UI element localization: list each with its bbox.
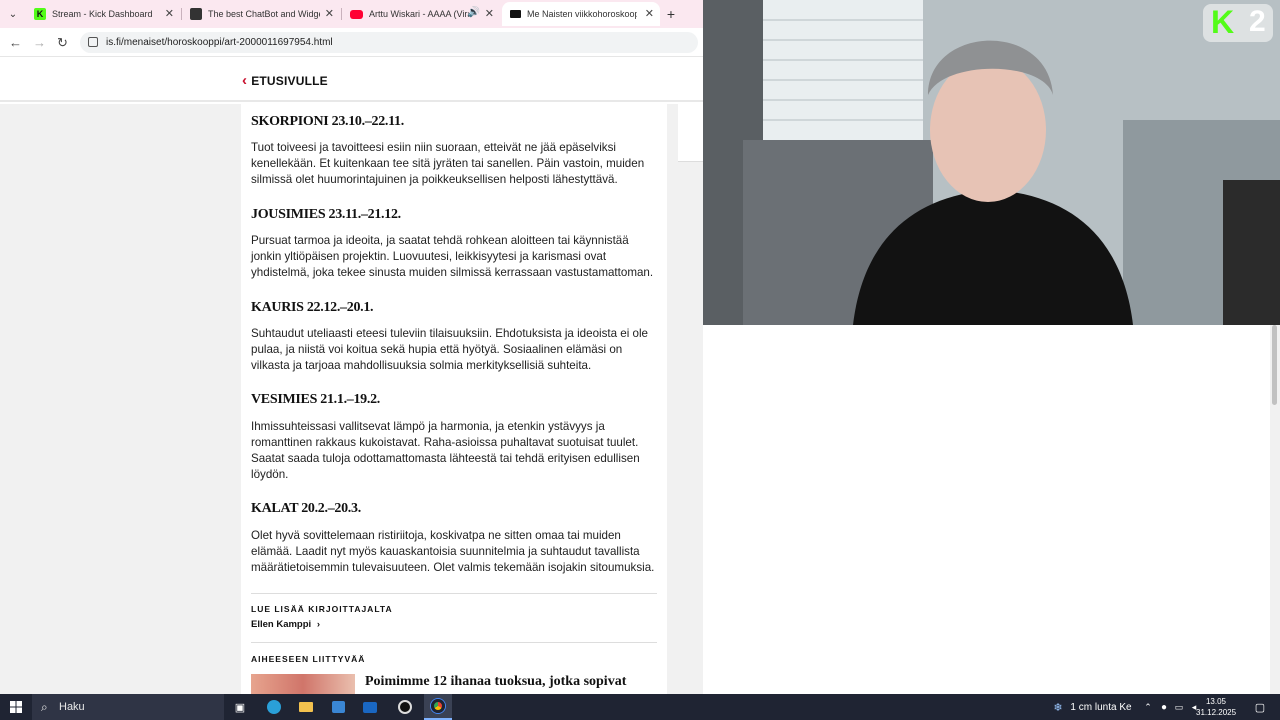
weather-snow-icon: ❄ <box>1053 701 1063 714</box>
mail-icon[interactable] <box>358 694 382 720</box>
read-more-heading: LUE LISÄÄ KIRJOITTAJALTA <box>251 604 393 614</box>
plus-icon: + <box>666 6 676 22</box>
kick-logo-icon: K <box>1211 4 1235 40</box>
notification-icon[interactable]: ▢ <box>1248 694 1272 720</box>
sign-text: Suhtaudut uteliaasti eteesi tuleviin til… <box>251 327 649 372</box>
divider <box>251 642 657 643</box>
windows-start-icon[interactable] <box>0 694 32 720</box>
close-icon[interactable]: ✕ <box>645 7 654 20</box>
shelf <box>1223 180 1280 325</box>
sign-text: Tuot toiveesi ja tavoitteesi esiin niin … <box>251 141 645 186</box>
chevron-right-icon: › <box>316 619 320 630</box>
chevron-down-icon: ⌄ <box>8 8 18 20</box>
tab-separator <box>181 8 182 20</box>
file-explorer-icon[interactable] <box>294 694 318 720</box>
kick-icon: K <box>34 8 46 20</box>
tab-title: Arttu Wiskari - AAAA (Viral <box>369 9 469 19</box>
edge-icon[interactable] <box>262 694 286 720</box>
close-icon[interactable]: ✕ <box>485 7 494 20</box>
tab-me-naisten-horoskooppi[interactable]: Me Naisten viikkohoroskoopp ✕ <box>502 2 660 26</box>
url-field[interactable]: is.fi/menaiset/horoskooppi/art-200001169… <box>80 32 698 53</box>
forward-arrow-icon[interactable]: → <box>33 35 46 50</box>
taskbar-clock[interactable]: 13.05 31.12.2025 <box>1196 696 1236 718</box>
window-blinds <box>763 0 923 150</box>
chevron-up-icon[interactable]: ⌃ <box>1142 694 1154 720</box>
back-to-front-page-link[interactable]: ‹ ETUSIVULLE <box>242 72 328 89</box>
article-body: SKORPIONI 23.10.–22.11. Tuot toiveesi ja… <box>241 104 667 694</box>
sign-heading: JOUSIMIES 23.11.–21.12. <box>251 207 401 222</box>
taskbar-search[interactable]: ⌕ Haku <box>32 694 224 720</box>
windows-logo-icon <box>10 701 22 713</box>
clock-date: 31.12.2025 <box>1196 708 1237 717</box>
related-article-image[interactable] <box>251 674 355 694</box>
sign-text: Ihmissuhteissasi vallitsevat lämpö ja ha… <box>251 420 640 481</box>
sign-text: Olet hyvä sovittelemaan ristiriitoja, ko… <box>251 529 655 574</box>
empty-browser-area <box>703 325 1270 694</box>
url-text: is.fi/menaiset/horoskooppi/art-200001169… <box>106 37 333 48</box>
tab-title: The best ChatBot and Widgets <box>208 9 320 19</box>
scrollbar[interactable] <box>1270 325 1280 694</box>
speaker-icon[interactable]: 🔊 <box>468 7 480 18</box>
chrome-icon[interactable] <box>424 694 452 720</box>
stream-overlay-number: 2 <box>1249 5 1266 38</box>
page-header: ‹ ETUSIVULLE <box>0 58 703 102</box>
address-bar-row: ← → ↻ is.fi/menaiset/horoskooppi/art-200… <box>0 28 703 57</box>
network-icon[interactable]: ▭ <box>1172 694 1186 720</box>
tab-chatbot-widgets[interactable]: The best ChatBot and Widgets ✕ <box>184 2 340 26</box>
webcam-scene <box>703 0 1280 325</box>
search-label: Haku <box>59 701 85 713</box>
related-heading: AIHEESEEN LIITTYVÄÄ <box>251 654 366 664</box>
sign-text: Pursuat tarmoa ja ideoita, ja saatat teh… <box>251 234 654 279</box>
search-icon: ⌕ <box>41 700 48 714</box>
author-name: Ellen Kamppi <box>251 619 312 630</box>
tab-title: Stream - Kick Dashboard <box>52 9 153 19</box>
sign-heading: VESIMIES 21.1.–19.2. <box>251 392 380 407</box>
close-icon[interactable]: ✕ <box>325 7 334 20</box>
back-arrow-icon[interactable]: ← <box>9 35 22 50</box>
person-face <box>930 58 1046 202</box>
reload-icon[interactable]: ↻ <box>57 35 68 51</box>
tab-title: Me Naisten viikkohoroskoopp <box>527 9 637 19</box>
tab-kick-dashboard[interactable]: K Stream - Kick Dashboard ✕ <box>28 2 180 26</box>
tab-youtube-arttu-wiskari[interactable]: Arttu Wiskari - AAAA (Viral 🔊 ✕ <box>344 2 500 26</box>
menaiset-icon <box>510 10 521 18</box>
back-label: ETUSIVULLE <box>251 74 328 88</box>
microphone-icon[interactable]: ● <box>1158 694 1170 720</box>
tab-search-button[interactable]: ⌄ <box>4 2 22 26</box>
botrix-icon <box>190 8 202 20</box>
author-link[interactable]: Ellen Kamppi › <box>251 619 320 630</box>
new-tab-button[interactable]: + <box>662 2 680 26</box>
obs-icon[interactable] <box>392 694 418 720</box>
task-view-icon[interactable]: ▣ <box>228 694 252 720</box>
divider <box>251 593 657 594</box>
tab-separator <box>341 8 342 20</box>
scrollbar-thumb[interactable] <box>1272 325 1277 405</box>
chevron-left-icon: ‹ <box>242 72 248 89</box>
close-icon[interactable]: ✕ <box>165 7 174 20</box>
sign-heading: KALAT 20.2.–20.3. <box>251 501 361 516</box>
windows-taskbar: ⌕ Haku ▣ ❄ 1 cm lunta Ke ⌃ ● ▭ ◂ 13.05 3… <box>0 694 1280 720</box>
clock-time: 13.05 <box>1205 697 1227 706</box>
browser-tab-strip: ⌄ K Stream - Kick Dashboard ✕ The best C… <box>0 0 703 28</box>
store-icon[interactable] <box>326 694 350 720</box>
sign-heading: KAURIS 22.12.–20.1. <box>251 300 374 315</box>
sign-heading: SKORPIONI 23.10.–22.11. <box>251 114 404 129</box>
related-article-title[interactable]: Poimimme 12 ihanaa tuoksua, jotka sopiva… <box>365 674 626 690</box>
weather-text[interactable]: 1 cm lunta Ke <box>1070 694 1132 720</box>
right-column-card <box>678 104 703 162</box>
webcam-overlay: K 2 <box>703 0 1280 325</box>
youtube-icon <box>350 9 363 19</box>
page-content: SKORPIONI 23.10.–22.11. Tuot toiveesi ja… <box>0 104 703 694</box>
site-info-icon[interactable] <box>88 37 98 47</box>
